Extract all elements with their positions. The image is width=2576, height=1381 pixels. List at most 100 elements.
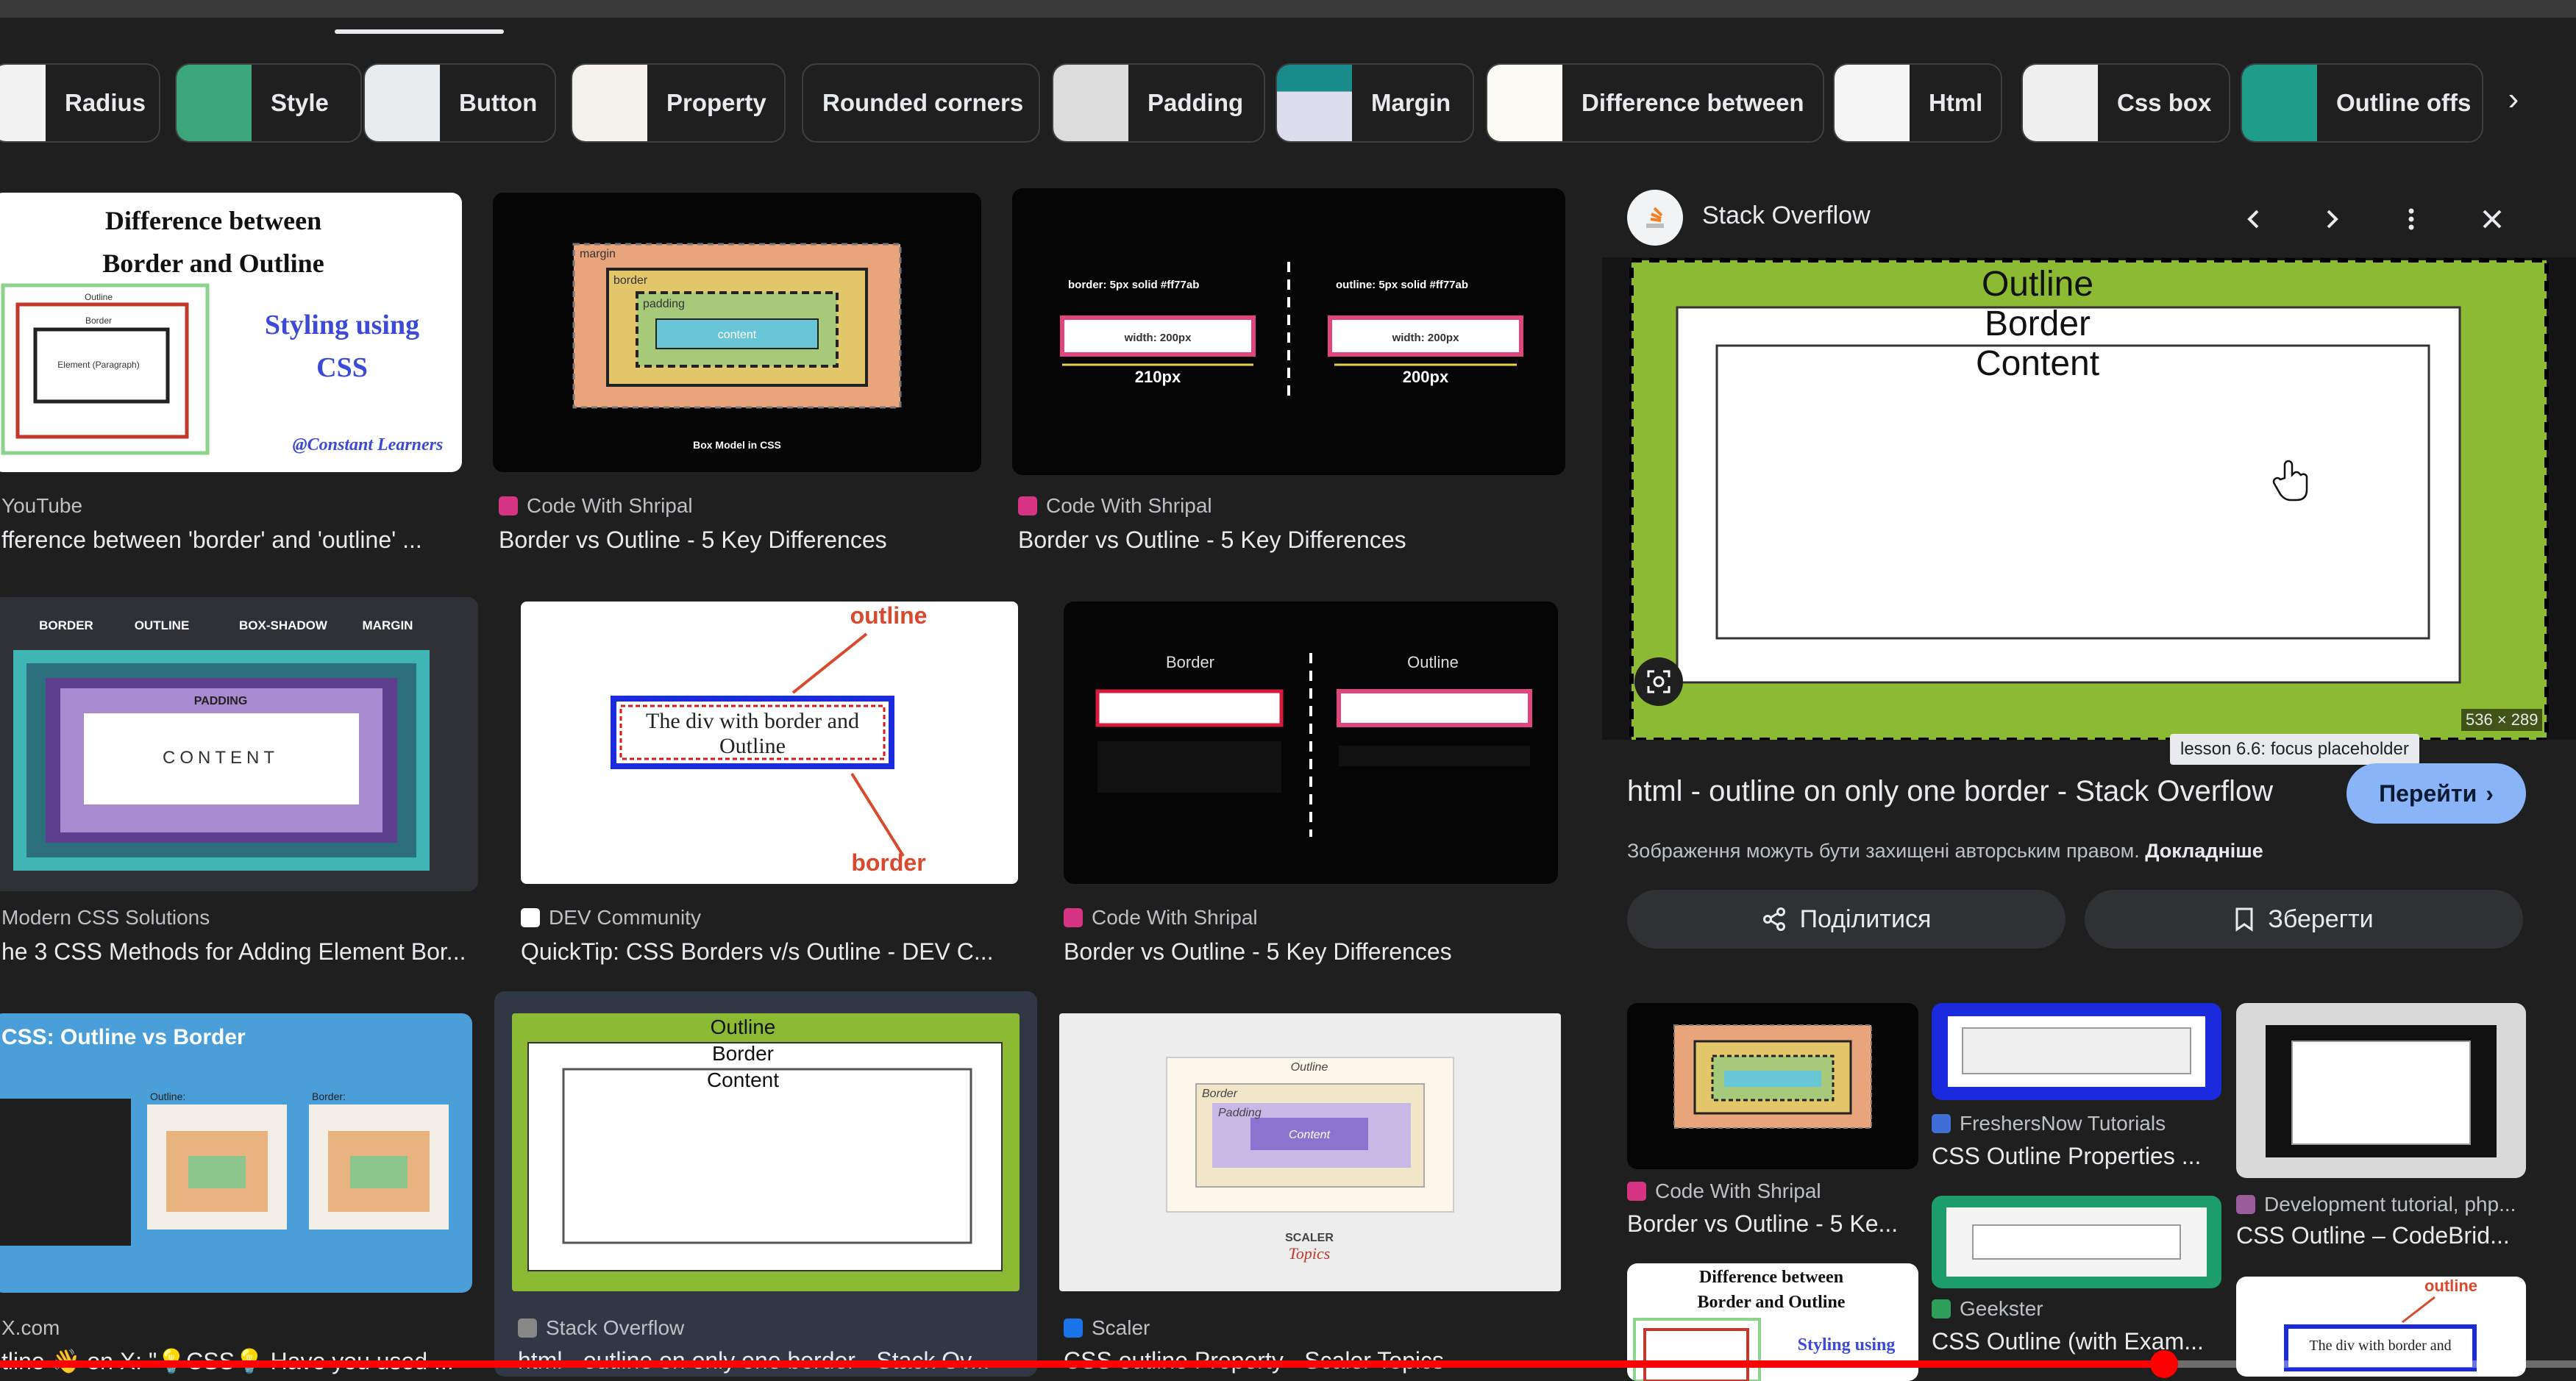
result-source[interactable]: Code With Shripal [499,494,693,518]
favicon-icon [1064,1318,1083,1338]
related-source[interactable]: Development tutorial, php... [2236,1193,2516,1216]
share-label: Поділитися [1799,904,1932,933]
save-button[interactable]: Зберегти [2085,890,2523,949]
related-thumbnail [2266,1025,2497,1157]
thumb-text: outline [850,602,928,629]
result-source[interactable]: Code With Shripal [1064,906,1258,929]
result-thumbnail: Outline Border Padding Content SCALER To… [1166,1057,1454,1263]
related-source[interactable]: Code With Shripal [1627,1180,1821,1203]
panel-title[interactable]: html - outline on only one border - Stac… [1627,775,2273,808]
chip-radius[interactable]: Radius [0,63,160,143]
related-image[interactable] [1627,1003,1918,1169]
result-source[interactable]: Modern CSS Solutions [1,906,210,929]
related-title[interactable]: CSS Outline Properties ... [1932,1143,2224,1170]
related-source[interactable]: FreshersNow Tutorials [1932,1112,2166,1135]
source-name: FreshersNow Tutorials [1960,1112,2166,1135]
related-image[interactable] [1932,1196,2221,1288]
result-source[interactable]: X.com [1,1316,60,1340]
chip-button[interactable]: Button [363,63,556,143]
result-image[interactable]: Difference between Border and Outline Ou… [0,193,462,472]
previous-result-button[interactable] [2232,197,2276,241]
stack-overflow-icon [1646,207,1664,228]
result-title[interactable]: he 3 CSS Methods for Adding Element Bor.… [1,938,478,966]
panel-site-name[interactable]: Stack Overflow [1702,201,1871,230]
thumb-text: Outline [711,1016,776,1038]
chip-css-box[interactable]: Css box [2021,63,2230,143]
chip-rounded-corners[interactable]: Rounded corners [802,63,1040,143]
thumb-text: 210px [1135,368,1181,386]
thumb-text: padding [643,298,685,310]
thumb-text: @Constant Learners [293,435,444,454]
source-name: YouTube [1,494,83,517]
close-panel-button[interactable] [2470,197,2514,241]
thumb-text: content [718,329,757,341]
thumb-text: CSS [316,352,368,383]
more-options-button[interactable] [2389,197,2433,241]
result-source[interactable]: Stack Overflow [518,1316,684,1340]
thumb-text: 200px [1403,368,1449,386]
related-thumbnail [1946,1207,2207,1277]
save-label: Зберегти [2268,904,2374,933]
next-result-button[interactable] [2310,197,2354,241]
related-title[interactable]: CSS Outline – CodeBrid... [2236,1222,2530,1249]
chip-style[interactable]: Style [175,63,362,143]
result-image[interactable]: CSS: Outline vs Border Outline: Border: [0,1013,472,1293]
favicon-icon [2236,1195,2255,1214]
thumb-text: border [613,274,648,287]
result-image[interactable]: outline The div with border and Outline … [521,602,1018,884]
chip-thumb [1835,65,1910,141]
result-thumbnail: Outline Border Content [527,1016,1003,1271]
result-source[interactable]: Code With Shripal [1018,494,1212,518]
result-title[interactable]: Border vs Outline - 5 Key Differences [1064,938,1558,966]
result-thumbnail: outline The div with border and Outline … [611,602,928,876]
result-source[interactable]: YouTube [1,494,82,518]
thumb-text: Border and Outline [102,249,324,278]
chip-html[interactable]: Html [1833,63,2002,143]
result-image[interactable]: Border Outline [1064,602,1558,884]
chip-outline-offset[interactable]: Outline offs [2241,63,2483,143]
related-source[interactable]: Geekster [1932,1297,2043,1321]
related-image[interactable] [1932,1003,2221,1100]
chip-margin[interactable]: Margin [1275,63,1474,143]
chip-padding[interactable]: Padding [1052,63,1265,143]
result-thumbnail: border: 5px solid #ff77ab outline: 5px s… [1060,262,1523,402]
result-image[interactable]: margin border padding content Box Model … [493,193,981,472]
chip-difference-between[interactable]: Difference between [1486,63,1824,143]
result-title[interactable]: fference between 'border' and 'outline' … [1,527,465,554]
result-image[interactable]: Outline Border Content [512,1013,1020,1291]
visit-button[interactable]: Перейти › [2346,763,2526,824]
svg-text:The div with border and: The div with border and [646,709,859,733]
related-title[interactable]: Border vs Outline - 5 Ke... [1627,1210,1921,1238]
lens-search-button[interactable] [1634,657,1683,706]
image-dimensions: 536 × 289 [2461,709,2543,731]
site-avatar[interactable] [1627,190,1683,246]
favicon-icon [518,1318,537,1338]
result-title[interactable]: Border vs Outline - 5 Key Differences [499,527,977,554]
thumb-text: border: 5px solid #ff77ab [1068,279,1199,291]
source-name: Code With Shripal [1092,906,1258,929]
video-progress-fill [0,1360,2164,1368]
result-source[interactable]: DEV Community [521,906,701,929]
result-image[interactable]: BORDER OUTLINE BOX-SHADOW MARGIN PADDING… [0,597,478,891]
chip-label: Radius [65,89,146,116]
related-image[interactable] [2236,1003,2526,1178]
favicon-icon [1932,1299,1951,1318]
video-scrubber-handle[interactable] [2149,1350,2178,1378]
related-title[interactable]: CSS Outline (with Exam... [1932,1328,2224,1355]
favicon-icon [1932,1114,1951,1133]
thumb-text: Element (Paragraph) [57,360,139,370]
window-top-strip [0,0,2576,18]
preview-image[interactable]: Outline Border Content [1602,257,2576,742]
learn-more-link[interactable]: Докладніше [2145,840,2263,862]
thumb-text: Border [1202,1088,1238,1100]
result-image[interactable]: border: 5px solid #ff77ab outline: 5px s… [1012,188,1565,475]
thumb-text: The div with border and [2309,1338,2451,1354]
chevron-right-icon[interactable]: › [2495,81,2532,125]
result-title[interactable]: QuickTip: CSS Borders v/s Outline - DEV … [521,938,1015,966]
result-title[interactable]: Border vs Outline - 5 Key Differences [1018,527,1562,554]
result-source[interactable]: Scaler [1064,1316,1150,1340]
result-image[interactable]: Outline Border Padding Content SCALER To… [1059,1013,1561,1291]
share-button[interactable]: Поділитися [1627,890,2066,949]
chip-label: Difference between [1581,89,1804,116]
chip-property[interactable]: Property [571,63,786,143]
